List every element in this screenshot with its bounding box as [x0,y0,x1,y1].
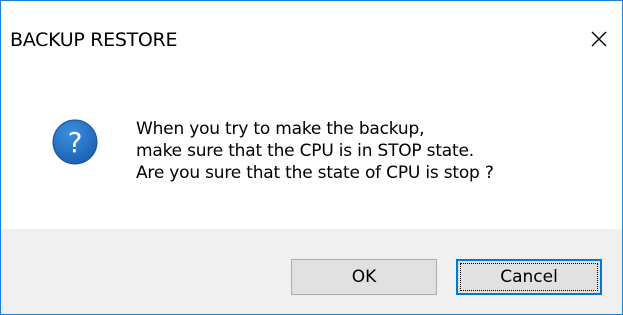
question-mark: ? [68,126,83,159]
title-bar: BACKUP RESTORE [1,1,622,59]
close-icon [591,31,607,47]
message-line-1: When you try to make the backup, [136,119,425,139]
message-line-3: Are you sure that the state of CPU is st… [136,163,494,183]
close-button[interactable] [576,19,622,59]
button-bar: OK Cancel [1,229,622,314]
message-line-2: make sure that the CPU is in STOP state. [136,141,474,161]
cancel-button-label: Cancel [500,267,558,287]
message-text: When you try to make the backup, make su… [136,118,494,184]
cancel-button[interactable]: Cancel [456,259,602,295]
backup-restore-dialog: BACKUP RESTORE ? When you try to make th… [0,0,623,315]
message-area: ? When you try to make the backup, make … [1,59,622,229]
ok-button-label: OK [351,267,377,287]
ok-button[interactable]: OK [291,259,437,295]
question-icon: ? [52,119,98,165]
dialog-title: BACKUP RESTORE [10,29,178,51]
